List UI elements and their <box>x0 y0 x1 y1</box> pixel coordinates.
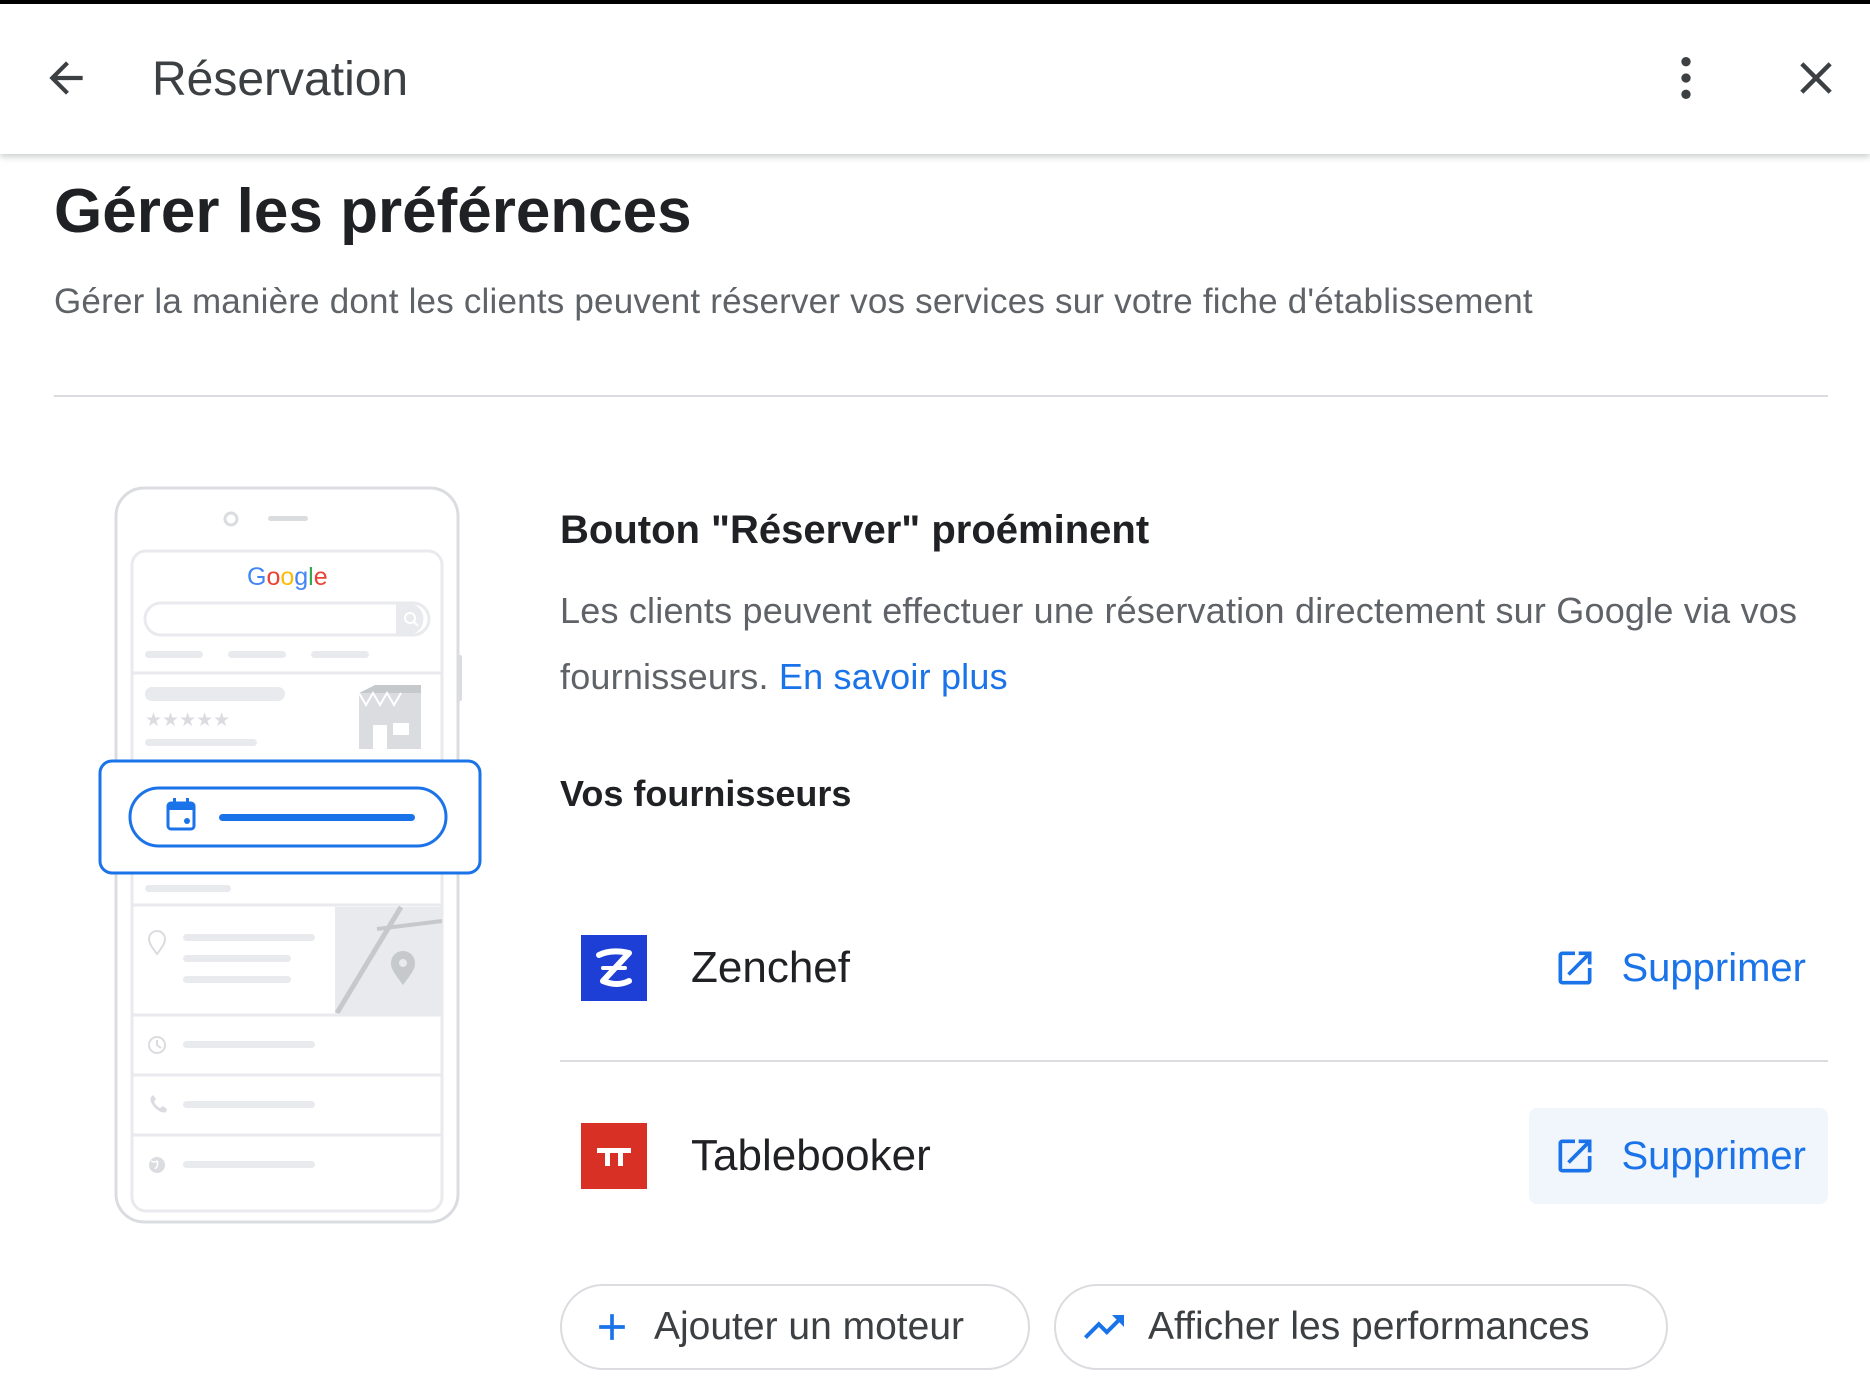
learn-more-link[interactable]: En savoir plus <box>779 656 1008 697</box>
google-logo: Google <box>247 563 328 591</box>
booking-description-text: Les clients peuvent effectuer une réserv… <box>560 590 1798 697</box>
phone-screen <box>130 549 444 1213</box>
open-in-new-icon <box>1558 1139 1592 1173</box>
view-performance-button[interactable]: Afficher les performances <box>1054 1284 1668 1370</box>
provider-divider <box>560 1060 1828 1062</box>
provider-row-zenchef: Zenchef Supprimer <box>560 908 1828 1028</box>
remove-label: Supprimer <box>1621 945 1806 990</box>
map-thumbnail <box>334 905 443 1015</box>
remove-label: Supprimer <box>1621 1133 1806 1178</box>
more-options-button[interactable] <box>1650 42 1722 114</box>
provider-name: Tablebooker <box>691 1131 931 1180</box>
view-performance-label: Afficher les performances <box>1148 1305 1590 1348</box>
tablebooker-logo <box>581 1123 647 1189</box>
search-bar <box>143 601 431 637</box>
add-engine-label: Ajouter un moteur <box>654 1305 965 1348</box>
booking-section-description: Les clients peuvent effectuer une réserv… <box>560 578 1830 710</box>
add-icon <box>599 1314 625 1340</box>
storefront-icon <box>358 685 421 749</box>
phone-illustration: Google ★★★★★ <box>95 485 485 1225</box>
app-bar: Réservation <box>0 4 1870 154</box>
close-icon <box>1800 62 1832 94</box>
page-title: Gérer les préférences <box>54 177 692 246</box>
more-vert-icon <box>1681 57 1691 99</box>
back-button[interactable] <box>30 42 102 114</box>
remove-provider-button[interactable]: Supprimer <box>1529 1108 1828 1204</box>
add-engine-button[interactable]: Ajouter un moteur <box>560 1284 1030 1370</box>
trending-up-icon <box>1084 1315 1124 1339</box>
remove-provider-button[interactable]: Supprimer <box>1529 920 1828 1016</box>
provider-row-tablebooker: Tablebooker Supprimer <box>560 1096 1828 1216</box>
arrow-back-icon <box>49 61 83 95</box>
app-bar-title: Réservation <box>152 53 409 106</box>
open-in-new-icon <box>1558 951 1592 985</box>
page-subtitle: Gérer la manière dont les clients peuven… <box>54 282 1533 321</box>
rating-stars: ★★★★★ <box>145 709 230 731</box>
provider-name: Zenchef <box>691 943 850 992</box>
booking-section-title: Bouton "Réserver" proéminent <box>560 508 1150 552</box>
close-button[interactable] <box>1780 42 1852 114</box>
zenchef-logo <box>581 935 647 1001</box>
divider <box>54 395 1828 397</box>
providers-title: Vos fournisseurs <box>560 773 852 814</box>
globe-icon <box>149 1157 165 1173</box>
